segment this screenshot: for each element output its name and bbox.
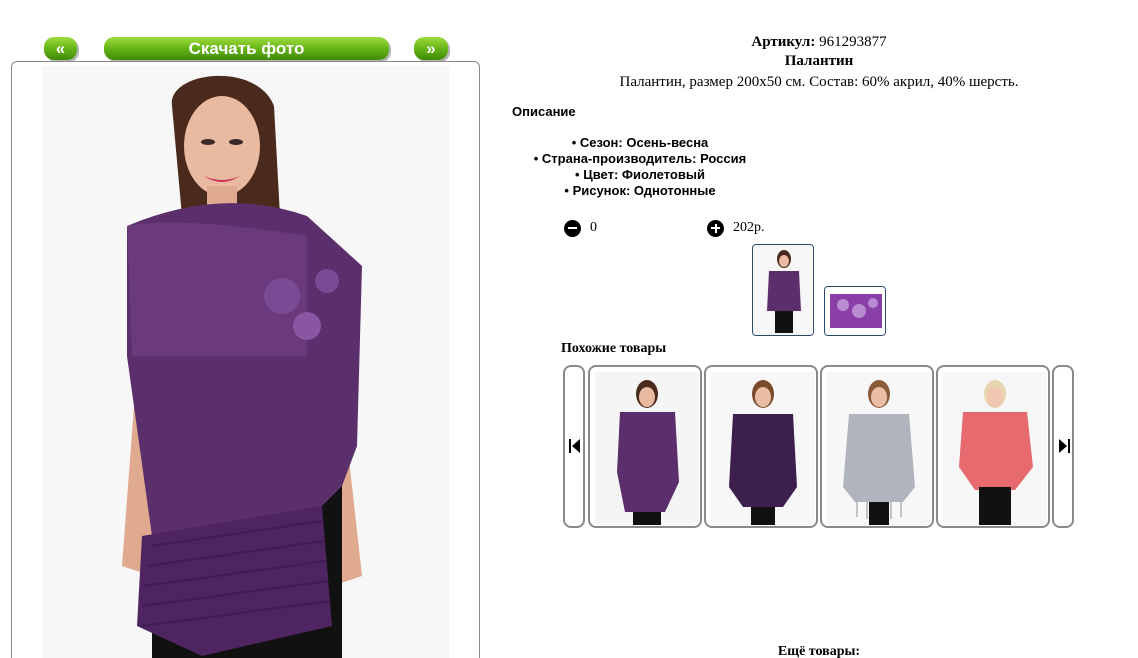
article-label: Артикул: [751,34,816,50]
similar-product-card[interactable] [820,365,934,528]
minus-icon[interactable] [564,219,581,237]
add-to-cart-control: 202р. [707,218,765,238]
skip-back-icon [569,439,580,453]
product-name: Палантин [784,53,854,69]
spec-item: • Цвет: Фиолетовый [575,167,705,182]
skip-forward-icon [1059,439,1070,453]
spec-list: • Сезон: Осень-весна • Страна-производит… [500,135,780,199]
coral-shawl-photo [943,372,1047,525]
plus-icon[interactable] [707,219,724,237]
prev-photo-button[interactable]: « [44,37,77,60]
similar-product-card[interactable] [588,365,702,528]
purple-shawl-photo [595,372,699,525]
photo-thumbnail-2[interactable] [824,286,886,336]
description-title: Описание [512,104,576,119]
quantity-value: 0 [590,220,597,235]
spec-item: • Рисунок: Однотонные [564,183,716,198]
more-products-title: Ещё товары: [777,644,861,658]
article-line: Артикул: 961293877 [500,34,1138,51]
carousel-next-button[interactable] [1052,365,1074,528]
spec-item: • Страна-производитель: Россия [533,151,747,166]
carousel-prev-button[interactable] [563,365,585,528]
product-short-description: Палантин, размер 200x50 см. Состав: 60% … [619,74,1019,90]
quantity-control: 0 [564,218,597,238]
similar-products-title: Похожие товары [561,341,667,356]
download-photo-button[interactable]: Скачать фото [104,37,389,60]
price-value: 202р. [733,220,765,235]
main-product-photo [42,66,449,658]
similar-product-card[interactable] [704,365,818,528]
spec-item: • Сезон: Осень-весна [571,135,709,150]
similar-product-card[interactable] [936,365,1050,528]
next-photo-button[interactable]: » [414,37,448,60]
grey-lace-shawl-photo [827,372,931,525]
dark-purple-shawl-photo [711,372,815,525]
article-value: 961293877 [819,34,887,50]
photo-thumbnail-1[interactable] [752,244,814,336]
